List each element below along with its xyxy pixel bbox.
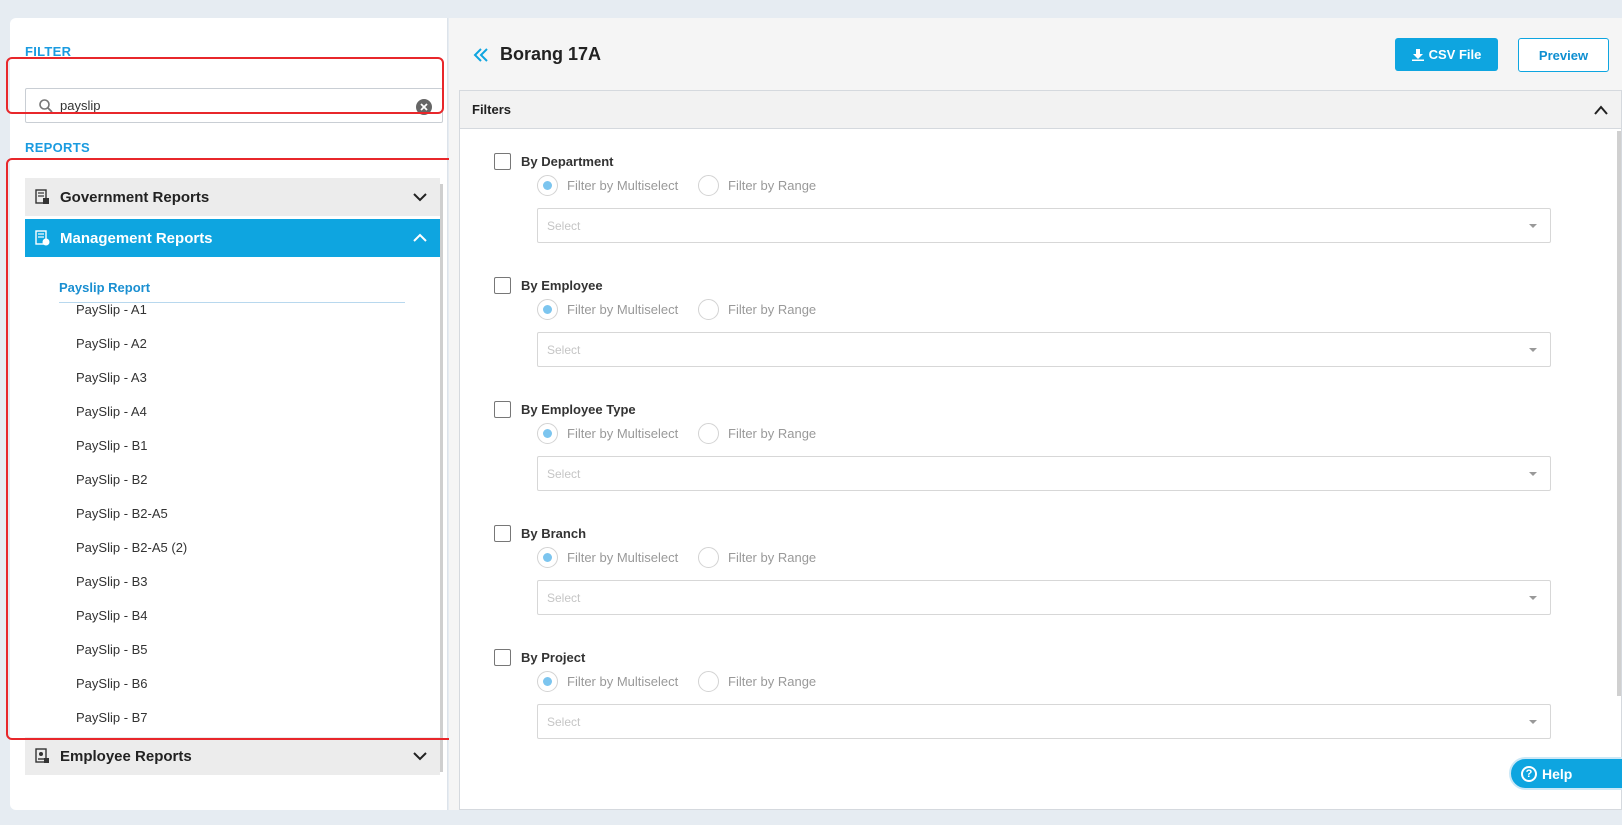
filters-scrollbar[interactable] [1617,131,1621,696]
multiselect-radio[interactable] [537,423,558,444]
branch-select[interactable]: Select [537,580,1551,615]
reports-highlight-box [6,158,455,740]
range-radio-label: Filter by Range [728,674,817,689]
employee-reports-title: Employee Reports [60,747,192,765]
select-placeholder: Select [547,591,581,605]
employee-type-select[interactable]: Select [537,456,1551,491]
reports-section-label: REPORTS [25,140,90,155]
download-icon [1411,48,1424,61]
multiselect-radio-label: Filter by Multiselect [567,426,679,441]
dropdown-caret-icon [1529,472,1537,476]
multiselect-radio[interactable] [537,547,558,568]
range-radio[interactable] [698,423,719,444]
range-radio-label: Filter by Range [728,550,817,565]
employee-type-checkbox[interactable] [494,401,511,418]
project-checkbox-label: By Project [521,650,586,665]
project-select[interactable]: Select [537,704,1551,739]
preview-label: Preview [1538,47,1589,63]
help-label: Help [1542,765,1573,782]
filters-panel-header[interactable]: Filters [460,91,1621,129]
employee-report-icon [35,748,49,763]
range-radio-label: Filter by Range [728,178,817,193]
employee-type-checkbox-label: By Employee Type [521,402,636,417]
csv-file-button[interactable]: CSV File [1395,38,1498,71]
filters-title: Filters [472,102,512,117]
range-radio-label: Filter by Range [728,302,817,317]
project-checkbox[interactable] [494,649,511,666]
multiselect-radio[interactable] [537,299,558,320]
department-checkbox-label: By Department [521,154,614,169]
department-checkbox[interactable] [494,153,511,170]
dropdown-caret-icon [1529,348,1537,352]
help-icon: ? [1521,765,1537,782]
department-select[interactable]: Select [537,208,1551,243]
multiselect-radio-label: Filter by Multiselect [567,302,679,317]
employee-checkbox-label: By Employee [521,278,603,293]
multiselect-radio-label: Filter by Multiselect [567,674,679,689]
select-placeholder: Select [547,715,581,729]
range-radio-label: Filter by Range [728,426,817,441]
multiselect-radio-label: Filter by Multiselect [567,550,679,565]
branch-checkbox-label: By Branch [521,526,587,541]
select-placeholder: Select [547,467,581,481]
dropdown-caret-icon [1529,596,1537,600]
preview-button[interactable]: Preview [1518,38,1609,72]
filters-panel: Filters By Department Filter by Multisel… [459,90,1622,810]
chevron-up-icon [1594,105,1608,115]
range-radio[interactable] [698,671,719,692]
multiselect-radio-label: Filter by Multiselect [567,178,679,193]
help-button[interactable]: ? Help [1509,757,1622,790]
range-radio[interactable] [698,547,719,568]
search-highlight-box [6,57,444,114]
range-radio[interactable] [698,299,719,320]
branch-checkbox[interactable] [494,525,511,542]
select-placeholder: Select [547,343,581,357]
dropdown-caret-icon [1529,224,1537,228]
range-radio[interactable] [698,175,719,196]
select-placeholder: Select [547,219,581,233]
employee-reports-header[interactable]: Employee Reports [25,737,440,775]
double-chevron-left-icon[interactable] [472,46,490,64]
employee-select[interactable]: Select [537,332,1551,367]
chevron-down-icon [413,752,427,761]
page-title: Borang 17A [500,44,602,64]
dropdown-caret-icon [1529,720,1537,724]
report-main-area: Borang 17A CSV File Preview Filters By D… [449,18,1622,810]
csv-file-label: CSV File [1428,47,1482,62]
multiselect-radio[interactable] [537,175,558,196]
employee-checkbox[interactable] [494,277,511,294]
multiselect-radio[interactable] [537,671,558,692]
